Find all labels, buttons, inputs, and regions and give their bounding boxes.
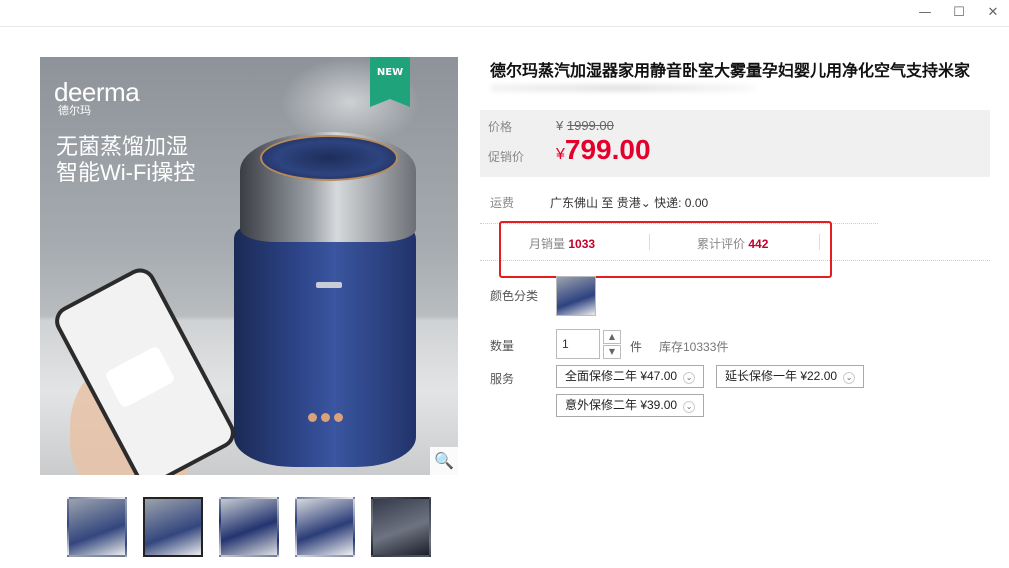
humidifier-body: [234, 227, 416, 467]
shipping-info: 广东佛山 至 贵港⌄ 快递: 0.00: [550, 194, 708, 211]
original-price-value: 1999.00: [566, 118, 614, 133]
color-swatch[interactable]: [556, 276, 596, 316]
close-button[interactable]: ✕: [981, 3, 1005, 23]
price-label: 价格: [488, 120, 513, 134]
thumbnail-3[interactable]: [219, 497, 279, 557]
slogan-line-1: 无菌蒸馏加湿: [56, 134, 189, 159]
service-option-label: 全面保修二年 ¥47.00: [565, 369, 678, 383]
thumbnail-5[interactable]: [371, 497, 431, 557]
quantity-input[interactable]: [556, 329, 600, 359]
main-product-image[interactable]: deerma 德尔玛 无菌蒸馏加湿 智能Wi-Fi操控 NEW 🔍: [40, 57, 458, 475]
slogan-line-2: 智能Wi-Fi操控: [56, 160, 196, 185]
original-price: ¥ 1999.00: [556, 118, 614, 133]
window-titlebar: — ☐ ✕: [0, 0, 1009, 27]
service-option-1[interactable]: 全面保修二年 ¥47.00 ⌄: [556, 365, 705, 388]
color-label: 颜色分类: [490, 289, 539, 303]
brand-logo-en: deerma: [54, 77, 140, 107]
promo-price: ¥799.00: [556, 134, 651, 166]
promo-price-label: 促销价: [488, 150, 525, 164]
product-title: 德尔玛蒸汽加湿器家用静音卧室大雾量孕妇婴儿用净化空气支持米家: [490, 63, 971, 80]
chevron-down-icon: ⌄: [843, 372, 856, 384]
shipping-label: 运费: [490, 196, 515, 210]
service-label: 服务: [490, 372, 515, 386]
highlight-box: [499, 221, 832, 278]
search-icon[interactable]: 🔍: [430, 447, 458, 475]
new-badge: NEW: [370, 57, 410, 107]
humidifier-logo: [316, 282, 342, 288]
humidifier-buttons: [308, 413, 348, 422]
service-option-label: 延长保修一年 ¥22.00: [725, 369, 838, 383]
minimize-button[interactable]: —: [913, 3, 937, 23]
promo-price-symbol: ¥: [556, 146, 565, 163]
shipping-fee: 快递: 0.00: [654, 196, 709, 210]
chevron-down-icon: ⌄: [683, 372, 696, 384]
thumbnail-2[interactable]: [143, 497, 203, 557]
service-option-3[interactable]: 意外保修二年 ¥39.00 ⌄: [556, 394, 705, 417]
stock-info: 库存10333件: [659, 340, 729, 354]
promo-price-value: 799.00: [564, 134, 651, 165]
shipping-from: 广东佛山: [550, 196, 599, 210]
quantity-decrease-button[interactable]: ▼: [603, 345, 621, 359]
humidifier-cap: [260, 135, 398, 181]
shipping-to-word: 至: [601, 196, 614, 210]
service-option-2[interactable]: 延长保修一年 ¥22.00 ⌄: [716, 365, 865, 388]
thumbnail-1[interactable]: [67, 497, 127, 557]
thumbnail-strip: [67, 497, 431, 557]
quantity-unit: 件: [630, 340, 643, 354]
chevron-down-icon: ⌄: [683, 401, 696, 413]
shipping-destination: 贵港: [616, 196, 641, 210]
quantity-label: 数量: [490, 339, 515, 353]
brand-logo: deerma 德尔玛: [54, 77, 140, 117]
service-option-label: 意外保修二年 ¥39.00: [565, 398, 678, 412]
slogan: 无菌蒸馏加湿 智能Wi-Fi操控: [56, 134, 195, 186]
maximize-button[interactable]: ☐: [947, 3, 971, 23]
shipping-destination-select[interactable]: 贵港⌄: [617, 196, 651, 210]
thumbnail-4[interactable]: [295, 497, 355, 557]
blurred-subtitle: [490, 84, 755, 92]
chevron-down-icon: ⌄: [640, 196, 651, 210]
quantity-increase-button[interactable]: ▲: [603, 330, 621, 344]
original-price-symbol: ¥: [556, 118, 564, 133]
